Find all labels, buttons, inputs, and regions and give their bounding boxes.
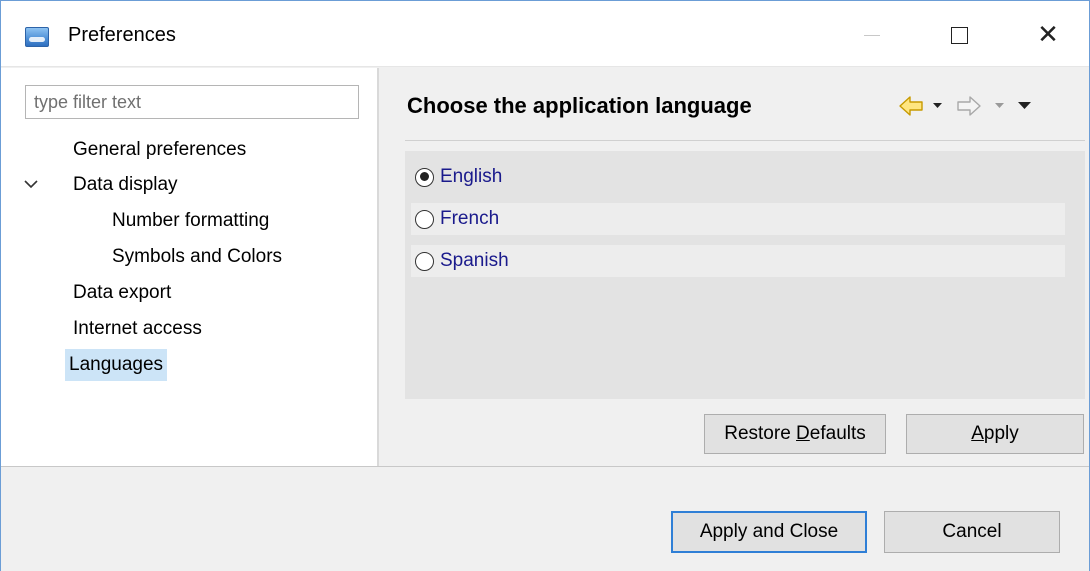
- close-icon: ✕: [1037, 20, 1059, 50]
- maximize-button[interactable]: [936, 15, 982, 55]
- tree-item-data-display[interactable]: Data display: [69, 169, 182, 201]
- apply-label-post: pply: [983, 423, 1019, 444]
- dialog-footer: Apply and Close Cancel: [1, 467, 1089, 571]
- restore-defaults-mnemonic: D: [796, 423, 810, 444]
- tree-item-internet-access[interactable]: Internet access: [69, 313, 206, 345]
- cancel-button[interactable]: Cancel: [884, 511, 1060, 553]
- apply-button[interactable]: Apply: [906, 414, 1084, 454]
- tree-item-label: Data export: [73, 282, 172, 303]
- tree-item-data-export[interactable]: Data export: [69, 277, 175, 309]
- tree-item-label: Languages: [69, 354, 164, 375]
- forward-arrow-icon[interactable]: [957, 96, 981, 116]
- filter-input[interactable]: [25, 85, 359, 119]
- minimize-button[interactable]: [849, 15, 895, 55]
- restore-defaults-button[interactable]: Restore Defaults: [704, 414, 886, 454]
- radio-button[interactable]: [415, 167, 434, 187]
- radio-label: Spanish: [440, 250, 509, 271]
- tree-item-symbols-and-colors[interactable]: Symbols and Colors: [108, 241, 286, 273]
- apply-mnemonic: A: [971, 423, 984, 444]
- title-bar[interactable]: Preferences ✕: [1, 1, 1089, 67]
- view-menu-icon[interactable]: [1018, 102, 1031, 109]
- language-options-group: English French Spanish: [405, 151, 1085, 399]
- radio-label: English: [440, 166, 503, 187]
- radio-label: French: [440, 208, 500, 229]
- window-title: Preferences: [68, 24, 176, 46]
- radio-option-french[interactable]: French: [411, 203, 1065, 235]
- tree-item-label: Data display: [73, 174, 178, 195]
- page-title: Choose the application language: [407, 93, 752, 118]
- tree-item-label: Symbols and Colors: [112, 246, 283, 267]
- preferences-tree-pane: General preferences Data display Number …: [1, 68, 377, 466]
- radio-button[interactable]: [415, 209, 434, 229]
- tree-item-general-preferences[interactable]: General preferences: [69, 134, 250, 166]
- preferences-window: Preferences ✕ General preferences Data d…: [0, 0, 1090, 571]
- back-menu-dropdown-icon[interactable]: [933, 103, 942, 108]
- chevron-down-icon[interactable]: [23, 176, 39, 192]
- radio-option-spanish[interactable]: Spanish: [411, 245, 1065, 277]
- restore-defaults-label-pre: Restore: [724, 423, 797, 444]
- tree-item-label: Internet access: [73, 318, 202, 339]
- tree-item-label: General preferences: [73, 139, 247, 160]
- preference-page: Choose the application language English …: [379, 68, 1089, 466]
- forward-menu-dropdown-icon[interactable]: [995, 103, 1004, 108]
- tree-item-languages[interactable]: Languages: [65, 349, 168, 381]
- tree-item-label: Number formatting: [112, 210, 270, 231]
- apply-and-close-button[interactable]: Apply and Close: [671, 511, 867, 553]
- radio-option-english[interactable]: English: [411, 161, 1065, 193]
- preferences-app-icon: [25, 27, 49, 47]
- maximize-icon: [950, 26, 968, 44]
- tree-item-number-formatting[interactable]: Number formatting: [108, 205, 273, 237]
- page-navigation-toolbar: [899, 96, 1031, 116]
- close-button[interactable]: ✕: [1025, 15, 1071, 55]
- back-arrow-icon[interactable]: [899, 96, 923, 116]
- minimize-icon: [864, 34, 880, 36]
- restore-defaults-label-post: efaults: [809, 423, 866, 444]
- radio-button[interactable]: [415, 251, 434, 271]
- header-separator: [405, 140, 1085, 141]
